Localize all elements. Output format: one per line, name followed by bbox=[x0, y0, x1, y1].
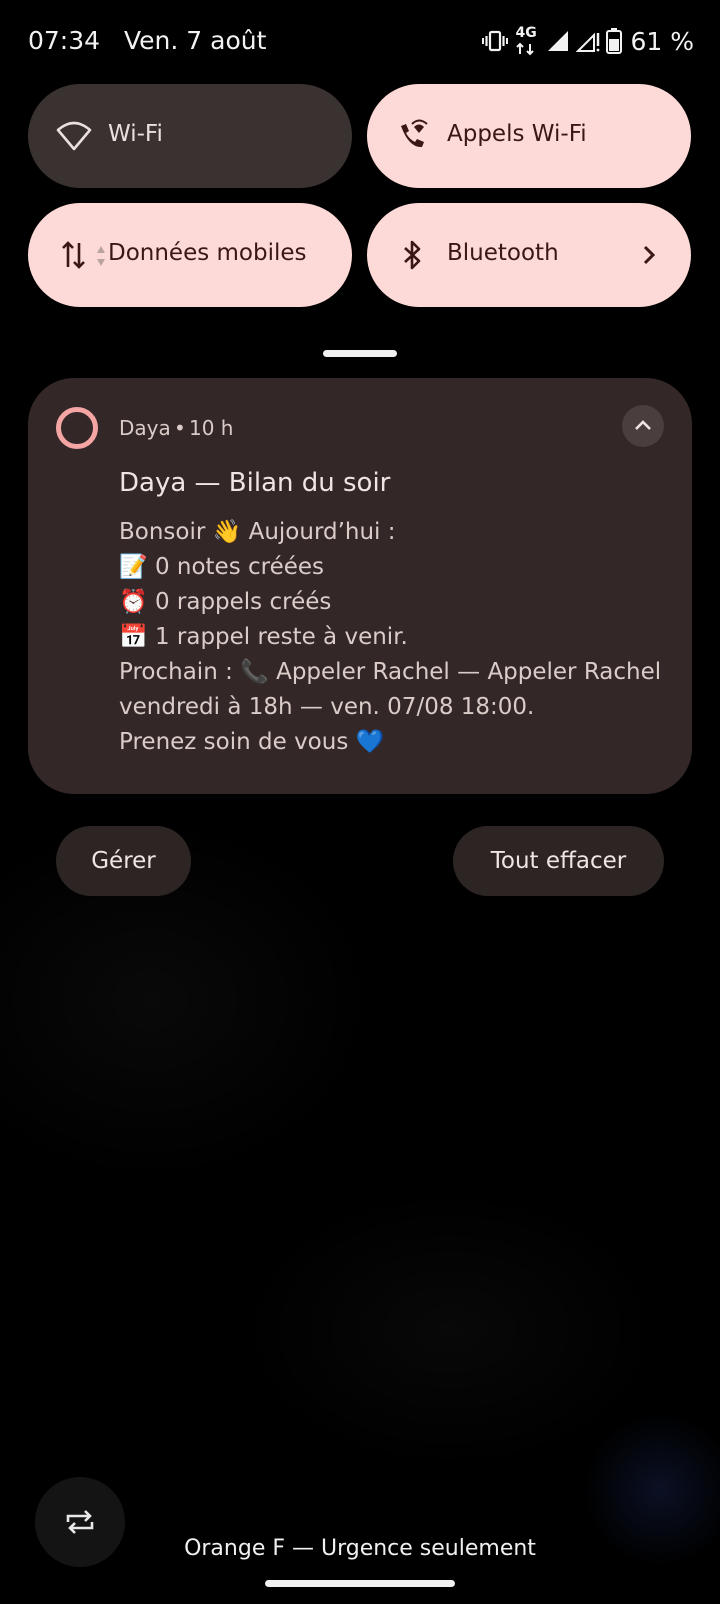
notification-card[interactable]: Daya • 10 h Daya — Bilan du soir Bonsoir… bbox=[28, 378, 692, 794]
tile-mobile-data-label: Données mobiles bbox=[108, 240, 307, 266]
tile-bluetooth-label: Bluetooth bbox=[447, 240, 559, 266]
notification-line: vendredi à 18h — ven. 07/08 18:00. bbox=[119, 694, 535, 720]
status-time: 07:34 bbox=[28, 26, 101, 55]
notification-line: 📅 1 rappel reste à venir. bbox=[119, 624, 408, 650]
tile-wifi[interactable]: Wi-Fi bbox=[28, 84, 352, 188]
signal-icon bbox=[546, 29, 570, 53]
notification-line: Bonsoir 👋 Aujourd’hui : bbox=[119, 519, 396, 545]
mobile-data-icon bbox=[56, 237, 92, 273]
manage-button[interactable]: Gérer bbox=[56, 826, 191, 896]
tile-wifi-calling-label: Appels Wi-Fi bbox=[447, 121, 587, 147]
app-icon bbox=[56, 407, 98, 449]
notification-app-name: Daya bbox=[119, 416, 171, 440]
notification-line: ⏰ 0 rappels créés bbox=[119, 589, 332, 615]
gesture-nav-bar[interactable] bbox=[265, 1580, 455, 1587]
collapse-button[interactable] bbox=[622, 405, 664, 447]
tile-mobile-data[interactable]: Données mobiles bbox=[28, 203, 352, 307]
status-bar: 07:34 Ven. 7 août 4G 61 % bbox=[0, 0, 720, 84]
notification-separator: • bbox=[174, 416, 186, 440]
tile-wifi-label: Wi-Fi bbox=[108, 121, 163, 147]
signal-no-service-icon bbox=[576, 29, 600, 53]
battery-icon bbox=[606, 28, 623, 54]
battery-percentage: 61 % bbox=[630, 26, 694, 56]
notification-time: 10 h bbox=[189, 416, 234, 440]
data-activity-icon bbox=[96, 245, 106, 271]
notification-line: 📝 0 notes créées bbox=[119, 554, 325, 580]
tile-bluetooth[interactable]: Bluetooth bbox=[367, 203, 691, 307]
vibrate-icon bbox=[482, 29, 509, 53]
wifi-calling-icon bbox=[395, 118, 431, 154]
notification-line: Prenez soin de vous 💙 bbox=[119, 729, 385, 755]
notification-title: Daya — Bilan du soir bbox=[119, 468, 391, 498]
drag-handle[interactable] bbox=[323, 350, 397, 357]
carrier-status: Orange F — Urgence seulement bbox=[184, 1536, 536, 1561]
notification-shade: 07:34 Ven. 7 août 4G 61 % Wi-Fi Appels W… bbox=[0, 0, 720, 1604]
clear-all-button[interactable]: Tout effacer bbox=[453, 826, 664, 896]
tile-wifi-calling[interactable]: Appels Wi-Fi bbox=[367, 84, 691, 188]
notification-body: Bonsoir 👋 Aujourd’hui : 📝 0 notes créées… bbox=[119, 515, 679, 760]
wifi-icon bbox=[56, 118, 92, 154]
chevron-right-icon[interactable] bbox=[635, 241, 663, 269]
network-4g-icon: 4G bbox=[514, 26, 540, 56]
network-type-label: 4G bbox=[515, 25, 537, 41]
notification-line: Prochain : 📞 Appeler Rachel — Appeler Ra… bbox=[119, 659, 662, 685]
status-icons: 4G 61 % bbox=[482, 26, 694, 56]
bluetooth-icon bbox=[395, 237, 431, 273]
status-date: Ven. 7 août bbox=[124, 26, 267, 55]
